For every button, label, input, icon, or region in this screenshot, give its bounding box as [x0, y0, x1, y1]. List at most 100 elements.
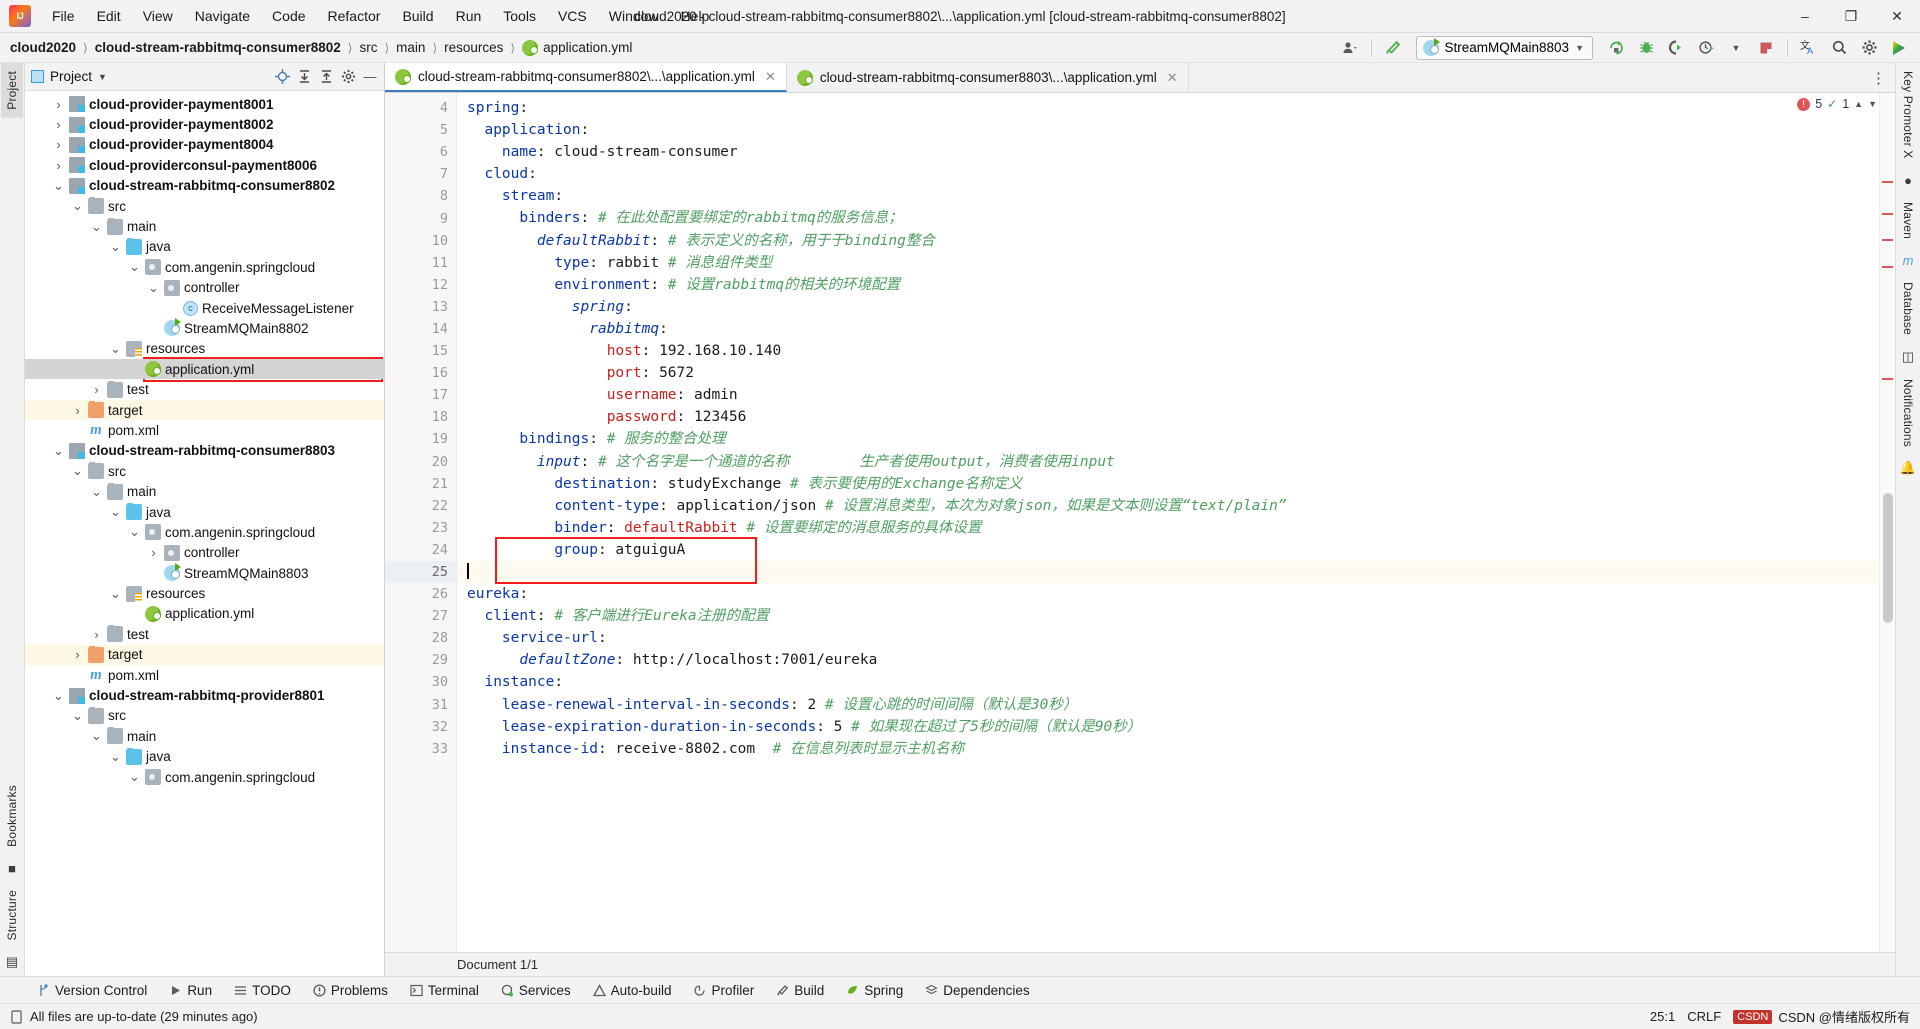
- settings-icon[interactable]: [1856, 36, 1882, 60]
- tree-node[interactable]: ⌄ main: [25, 726, 384, 746]
- code-line[interactable]: name: cloud-stream-consumer: [457, 141, 1879, 163]
- tree-node[interactable]: ⌄ src: [25, 461, 384, 481]
- tree-node[interactable]: › target: [25, 399, 384, 421]
- menu-window[interactable]: Window: [598, 5, 670, 27]
- tree-node-module[interactable]: ⌄ cloud-stream-rabbitmq-consumer8802: [25, 176, 384, 196]
- code-line[interactable]: defaultZone: http://localhost:7001/eurek…: [457, 649, 1879, 671]
- tool-spring[interactable]: Spring: [835, 983, 914, 998]
- menu-tools[interactable]: Tools: [492, 5, 547, 27]
- tree-node[interactable]: ⌄ main: [25, 481, 384, 501]
- tool-services[interactable]: Services: [490, 983, 582, 998]
- code-line[interactable]: host: 192.168.10.140: [457, 340, 1879, 362]
- chevron-down-icon[interactable]: ▼: [1868, 99, 1877, 109]
- chevron-down-icon[interactable]: ⌄: [52, 689, 65, 702]
- chevron-down-icon[interactable]: ⌄: [52, 444, 65, 457]
- gear-icon[interactable]: [338, 67, 358, 87]
- tool-build[interactable]: Build: [765, 983, 835, 998]
- project-tree[interactable]: › cloud-provider-payment8001 › cloud-provid…: [25, 91, 384, 976]
- close-icon[interactable]: ✕: [1167, 70, 1178, 86]
- code-line[interactable]: destination: studyExchange # 表示要使用的Excha…: [457, 473, 1879, 495]
- chevron-down-icon[interactable]: ⌄: [90, 729, 103, 742]
- database-icon[interactable]: ◫: [1902, 349, 1914, 365]
- tab-application-yml-8803[interactable]: cloud-stream-rabbitmq-consumer8803\...\a…: [786, 63, 1189, 92]
- chevron-right-icon[interactable]: ›: [90, 382, 103, 397]
- tree-node-module[interactable]: ⌄ cloud-stream-rabbitmq-consumer8803: [25, 441, 384, 461]
- tree-node[interactable]: ⌄ java: [25, 747, 384, 767]
- chevron-right-icon[interactable]: ›: [71, 403, 84, 418]
- menu-refactor[interactable]: Refactor: [317, 5, 392, 27]
- tree-node[interactable]: ⌄ main: [25, 216, 384, 236]
- more-options-icon[interactable]: ⋮: [1871, 69, 1887, 87]
- chevron-down-icon[interactable]: ⌄: [128, 770, 141, 783]
- coverage-icon[interactable]: [1663, 36, 1689, 60]
- chevron-down-icon[interactable]: ⌄: [128, 260, 141, 273]
- menu-code[interactable]: Code: [261, 5, 316, 27]
- code-line[interactable]: rabbitmq:: [457, 318, 1879, 340]
- ide-assistant-icon[interactable]: [1886, 36, 1912, 60]
- tree-node[interactable]: › test: [25, 379, 384, 399]
- chevron-down-icon[interactable]: ⌄: [109, 240, 122, 253]
- tree-node[interactable]: m pom.xml: [25, 665, 384, 685]
- menu-file[interactable]: File: [41, 5, 86, 27]
- tool-run[interactable]: Run: [158, 983, 223, 998]
- tree-node-module[interactable]: › cloud-providerconsul-payment8006: [25, 155, 384, 175]
- inspection-widget[interactable]: ! 5 ✓ 1 ▲ ▼: [1797, 97, 1877, 111]
- close-button[interactable]: ✕: [1874, 0, 1920, 33]
- menu-view[interactable]: View: [132, 5, 184, 27]
- breadcrumb-module[interactable]: cloud-stream-rabbitmq-consumer8802: [95, 40, 341, 55]
- run-icon[interactable]: [1603, 36, 1629, 60]
- chevron-down-icon[interactable]: ⌄: [109, 587, 122, 600]
- tree-node-module[interactable]: › cloud-provider-payment8001: [25, 94, 384, 114]
- sidebar-item-key-promoter[interactable]: Key Promoter X: [1897, 63, 1919, 167]
- tree-node[interactable]: ⌄ src: [25, 196, 384, 216]
- code-line[interactable]: binder: defaultRabbit # 设置要绑定的消息服务的具体设置: [457, 517, 1879, 539]
- tool-profiler[interactable]: Profiler: [682, 983, 765, 998]
- tree-node[interactable]: › test: [25, 624, 384, 644]
- tree-node-module[interactable]: › cloud-provider-payment8004: [25, 135, 384, 155]
- menu-build[interactable]: Build: [391, 5, 444, 27]
- breadcrumb-src[interactable]: src: [359, 40, 377, 55]
- code-line[interactable]: defaultRabbit: # 表示定义的名称，用于于binding整合: [457, 230, 1879, 252]
- code-line[interactable]: group: atguiguA: [457, 539, 1879, 561]
- tree-node[interactable]: ⌄ resources: [25, 339, 384, 359]
- maven-icon[interactable]: m: [1903, 253, 1914, 268]
- chevron-down-icon[interactable]: ⌄: [52, 179, 65, 192]
- editor-scrollbar[interactable]: [1879, 93, 1895, 952]
- tree-node[interactable]: application.yml: [25, 359, 384, 380]
- line-separator[interactable]: CRLF: [1687, 1009, 1721, 1024]
- editor-viewport[interactable]: 4▽5▽6▽7▽8▽9▽10▽1112▽13▽14▽15161718▽19▽20…: [385, 93, 1895, 952]
- code-line[interactable]: username: admin: [457, 384, 1879, 406]
- sidebar-item-database[interactable]: Database: [1897, 274, 1919, 343]
- sidebar-item-maven[interactable]: Maven: [1897, 194, 1919, 247]
- code-line[interactable]: spring:: [457, 296, 1879, 318]
- breadcrumb-resources[interactable]: resources: [444, 40, 503, 55]
- bookmark-icon[interactable]: ■: [8, 861, 16, 876]
- tree-node[interactable]: ReceiveMessageListener: [25, 298, 384, 318]
- menu-edit[interactable]: Edit: [86, 5, 132, 27]
- chevron-right-icon[interactable]: ›: [71, 647, 84, 662]
- code-line[interactable]: application:: [457, 119, 1879, 141]
- code-line[interactable]: password: 123456: [457, 406, 1879, 428]
- tool-version-control[interactable]: Version Control: [26, 983, 158, 998]
- code-line[interactable]: lease-renewal-interval-in-seconds: 2 # 设…: [457, 694, 1879, 716]
- code-line[interactable]: cloud:: [457, 163, 1879, 185]
- menu-run[interactable]: Run: [445, 5, 493, 27]
- tree-node[interactable]: ⌄ src: [25, 706, 384, 726]
- tree-node-module[interactable]: › cloud-provider-payment8002: [25, 114, 384, 134]
- code-line[interactable]: client: # 客户端进行Eureka注册的配置: [457, 605, 1879, 627]
- tree-node[interactable]: › controller: [25, 543, 384, 563]
- caret-position[interactable]: 25:1: [1650, 1009, 1675, 1024]
- chevron-right-icon[interactable]: ›: [52, 117, 65, 132]
- tool-problems[interactable]: Problems: [302, 983, 399, 998]
- editor-gutter[interactable]: 4▽5▽6▽7▽8▽9▽10▽ 11 12▽13▽14▽ 15 16 17 18▽19▽20…: [385, 93, 470, 952]
- menu-vcs[interactable]: VCS: [547, 5, 598, 27]
- sidebar-item-notifications[interactable]: Notifications: [1897, 371, 1919, 455]
- debug-icon[interactable]: [1633, 36, 1659, 60]
- menu-navigate[interactable]: Navigate: [184, 5, 261, 27]
- chevron-down-icon[interactable]: ⌄: [71, 464, 84, 477]
- tree-node-module[interactable]: ⌄ cloud-stream-rabbitmq-provider8801: [25, 685, 384, 705]
- profiler-icon[interactable]: [1693, 36, 1719, 60]
- sidebar-item-bookmarks[interactable]: Bookmarks: [1, 777, 23, 855]
- close-icon[interactable]: ✕: [765, 69, 776, 85]
- chevron-right-icon[interactable]: ›: [90, 627, 103, 642]
